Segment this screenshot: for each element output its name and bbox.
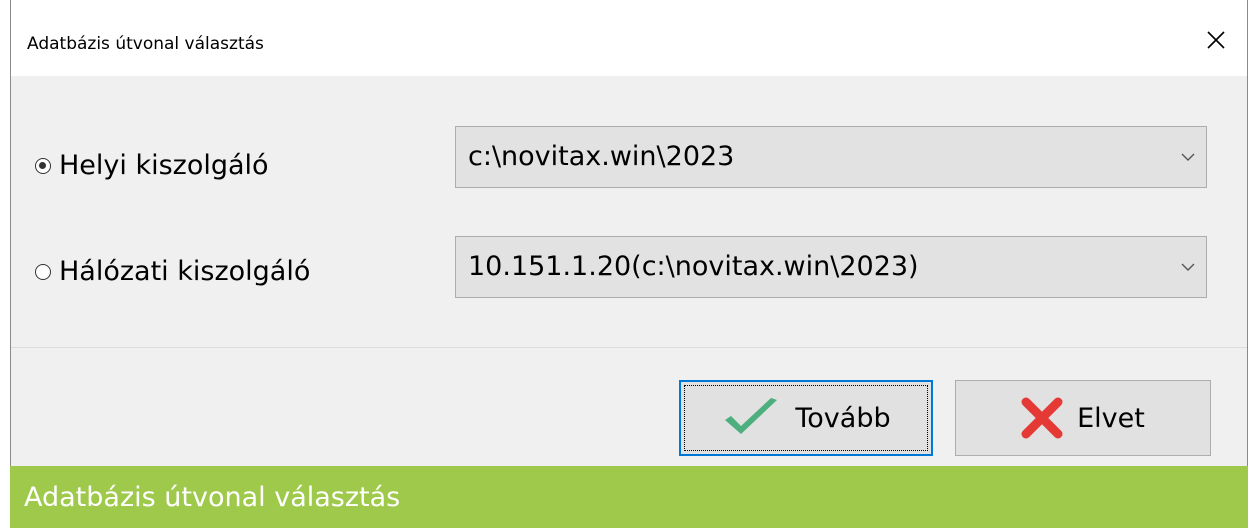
- chevron-down-icon: [1181, 263, 1195, 271]
- option-network-server[interactable]: Hálózati kiszolgáló: [35, 256, 310, 287]
- continue-label: Tovább: [795, 402, 891, 434]
- dialog-window: Adatbázis útvonal választás Helyi kiszol…: [10, 0, 1248, 466]
- radio-local-server[interactable]: [35, 157, 51, 174]
- button-bar: Tovább Elvet: [11, 348, 1247, 466]
- close-icon: [1207, 31, 1225, 49]
- server-selection-panel: Helyi kiszolgáló c:\novitax.win\2023 Hál…: [11, 76, 1247, 348]
- radio-network-server[interactable]: [35, 263, 51, 280]
- cancel-button[interactable]: Elvet: [955, 380, 1211, 456]
- local-path-select[interactable]: c:\novitax.win\2023: [455, 126, 1207, 188]
- network-path-value: 10.151.1.20(c:\novitax.win\2023): [468, 251, 919, 282]
- caption-bar: Adatbázis útvonal választás: [10, 466, 1248, 528]
- continue-button[interactable]: Tovább: [679, 380, 933, 456]
- close-button[interactable]: [1185, 14, 1247, 66]
- window-title: Adatbázis útvonal választás: [27, 34, 264, 54]
- chevron-down-icon: [1181, 153, 1195, 161]
- local-path-value: c:\novitax.win\2023: [468, 141, 735, 172]
- cancel-label: Elvet: [1077, 402, 1145, 434]
- x-mark-icon: [1021, 397, 1063, 439]
- local-server-label: Helyi kiszolgáló: [59, 150, 269, 181]
- caption-text: Adatbázis útvonal választás: [24, 482, 401, 513]
- network-path-select[interactable]: 10.151.1.20(c:\novitax.win\2023): [455, 236, 1207, 298]
- network-server-label: Hálózati kiszolgáló: [59, 256, 311, 287]
- title-bar: Adatbázis útvonal választás: [11, 0, 1247, 76]
- option-local-server[interactable]: Helyi kiszolgáló: [35, 150, 269, 181]
